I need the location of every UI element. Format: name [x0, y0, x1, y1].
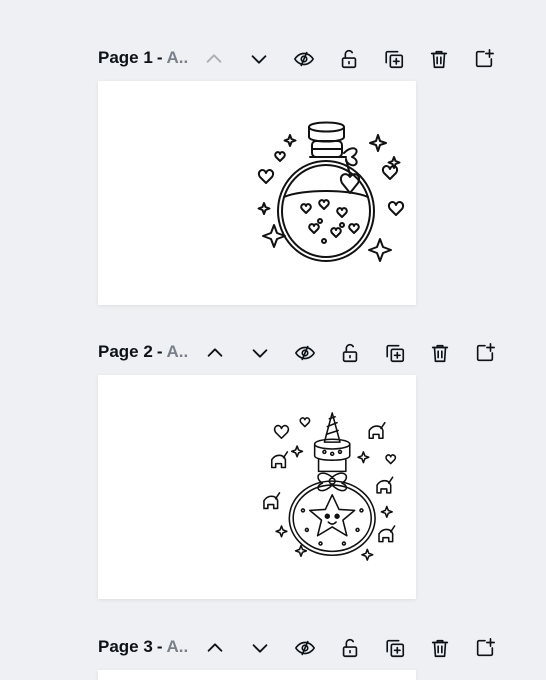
- chevron-up-icon: [207, 643, 223, 652]
- move-page-up-button[interactable]: [199, 44, 229, 74]
- hide-page-button[interactable]: [289, 44, 319, 74]
- add-page-button[interactable]: [469, 44, 499, 74]
- delete-page-button[interactable]: [424, 44, 454, 74]
- page-number-label: Page 3: [98, 637, 153, 656]
- chevron-down-icon: [252, 349, 268, 358]
- duplicate-page-button[interactable]: [380, 338, 410, 368]
- add-page-icon: [475, 49, 494, 68]
- page-title-separator: -: [156, 48, 163, 67]
- delete-page-button[interactable]: [425, 633, 455, 663]
- page-number-label: Page 2: [98, 342, 153, 361]
- move-page-down-button[interactable]: [245, 633, 275, 663]
- page-title-separator: -: [156, 342, 163, 361]
- unlock-icon: [342, 343, 358, 363]
- chevron-down-icon: [252, 644, 268, 653]
- move-page-down-button[interactable]: [245, 338, 275, 368]
- hide-page-button[interactable]: [290, 338, 320, 368]
- hide-eye-icon: [295, 640, 315, 656]
- duplicate-page-button[interactable]: [380, 633, 410, 663]
- duplicate-icon: [386, 639, 405, 658]
- duplicate-page-button[interactable]: [379, 44, 409, 74]
- page-title-separator: -: [156, 637, 163, 656]
- page-name[interactable]: A..: [166, 48, 188, 68]
- duplicate-icon: [385, 50, 404, 69]
- hide-eye-icon: [294, 51, 314, 67]
- move-page-up-button[interactable]: [200, 338, 230, 368]
- page-3-title[interactable]: Page 3 - A..: [98, 637, 188, 657]
- page-1-title[interactable]: Page 1 - A..: [98, 48, 188, 68]
- add-page-icon: [476, 343, 495, 362]
- unlock-icon: [341, 49, 357, 69]
- delete-page-button[interactable]: [425, 338, 455, 368]
- page-3-thumbnail[interactable]: [98, 670, 416, 680]
- chevron-up-icon: [207, 348, 223, 357]
- add-page-button[interactable]: [470, 633, 500, 663]
- trash-icon: [431, 344, 449, 363]
- potion-bottle-unicorn-star-illustration: [263, 412, 397, 561]
- trash-icon: [431, 639, 449, 658]
- potion-bottle-hearts-illustration: [257, 121, 405, 262]
- lock-page-button[interactable]: [334, 44, 364, 74]
- page-name[interactable]: A..: [166, 637, 188, 657]
- add-page-button[interactable]: [470, 338, 500, 368]
- chevron-up-icon: [206, 54, 222, 63]
- lock-page-button[interactable]: [335, 338, 365, 368]
- hide-page-button[interactable]: [290, 633, 320, 663]
- page-name[interactable]: A..: [166, 342, 188, 362]
- page-1-thumbnail[interactable]: [98, 81, 416, 305]
- chevron-down-icon: [251, 55, 267, 64]
- page-2-thumbnail[interactable]: [98, 375, 416, 599]
- add-page-icon: [476, 638, 495, 657]
- move-page-up-button[interactable]: [200, 633, 230, 663]
- page-2-title[interactable]: Page 2 - A..: [98, 342, 188, 362]
- duplicate-icon: [386, 344, 405, 363]
- unlock-icon: [342, 638, 358, 658]
- hide-eye-icon: [295, 345, 315, 361]
- page-number-label: Page 1: [98, 48, 153, 67]
- trash-icon: [430, 50, 448, 69]
- unicorn-doodle: [270, 451, 289, 469]
- move-page-down-button[interactable]: [244, 44, 274, 74]
- lock-page-button[interactable]: [335, 633, 365, 663]
